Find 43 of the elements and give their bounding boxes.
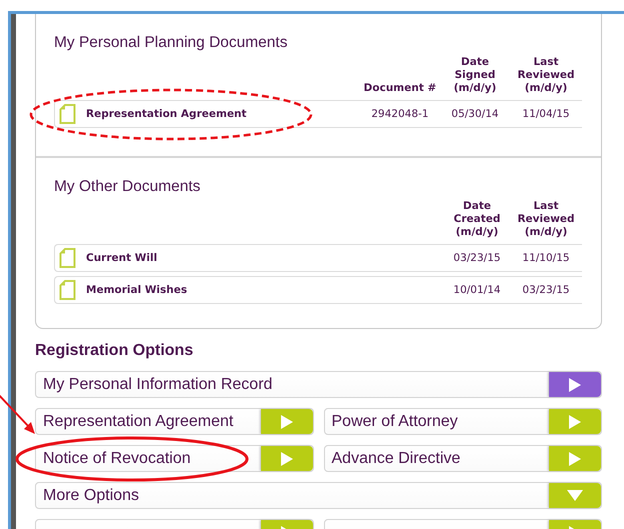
table-cell-text: 11/04/15: [521, 108, 571, 120]
document-name[interactable]: Current Will: [86, 252, 158, 264]
play-icon: [280, 414, 292, 428]
section-title: Registration Options: [35, 342, 194, 360]
table-cell-text: 03/23/15: [521, 284, 571, 296]
column-header: Date Signed (m/d/y): [452, 56, 498, 95]
play-icon: [280, 452, 292, 466]
table-cell-text: 10/01/14: [452, 284, 502, 296]
option-bar[interactable]: Power of Attorney: [324, 408, 602, 435]
table-cell-text: 05/30/14: [450, 108, 500, 120]
document-row[interactable]: Representation Agreement 2942048-1 05/30/14 11/04/15: [54, 100, 582, 128]
document-icon: [59, 104, 76, 124]
table-cell-text: 03/23/15: [452, 252, 502, 264]
section-title: My Personal Planning Documents: [54, 34, 288, 52]
column-header: Date Created (m/d/y): [452, 200, 502, 239]
column-header: Document #: [362, 82, 438, 95]
play-icon: [569, 452, 581, 466]
option-label: My Personal Information Record: [42, 376, 272, 394]
document-row[interactable]: Current Will 03/23/15 11/10/15: [54, 244, 582, 272]
play-icon: [569, 414, 581, 428]
document-name[interactable]: Representation Agreement: [86, 108, 247, 120]
option-label: Power of Attorney: [330, 412, 458, 430]
option-bar[interactable]: My Personal Information Record: [35, 371, 602, 398]
document-name[interactable]: Memorial Wishes: [86, 284, 188, 296]
option-bar[interactable]: Advance Directive: [324, 445, 602, 472]
table-cell-text: 11/10/15: [521, 252, 571, 264]
caret-down-icon: [567, 490, 583, 501]
play-icon: [569, 378, 581, 392]
option-bar[interactable]: Representation Agreement: [35, 408, 314, 435]
column-header: Last Reviewed (m/d/y): [516, 200, 576, 239]
option-bar[interactable]: More Options: [35, 482, 602, 509]
document-icon: [59, 248, 76, 268]
option-label: Notice of Revocation: [42, 450, 191, 468]
table-cell-text: 2942048-1: [370, 108, 430, 120]
option-label: Representation Agreement: [42, 412, 234, 430]
go-button[interactable]: [549, 372, 601, 397]
option-bar[interactable]: Notice of Revocation: [35, 445, 314, 472]
document-icon: [59, 280, 76, 300]
option-label: Advance Directive: [330, 450, 460, 468]
document-row[interactable]: Memorial Wishes 10/01/14 03/23/15: [54, 276, 582, 304]
section-title: My Other Documents: [54, 178, 202, 196]
column-header: Last Reviewed (m/d/y): [516, 56, 576, 95]
option-label: More Options: [42, 486, 140, 504]
